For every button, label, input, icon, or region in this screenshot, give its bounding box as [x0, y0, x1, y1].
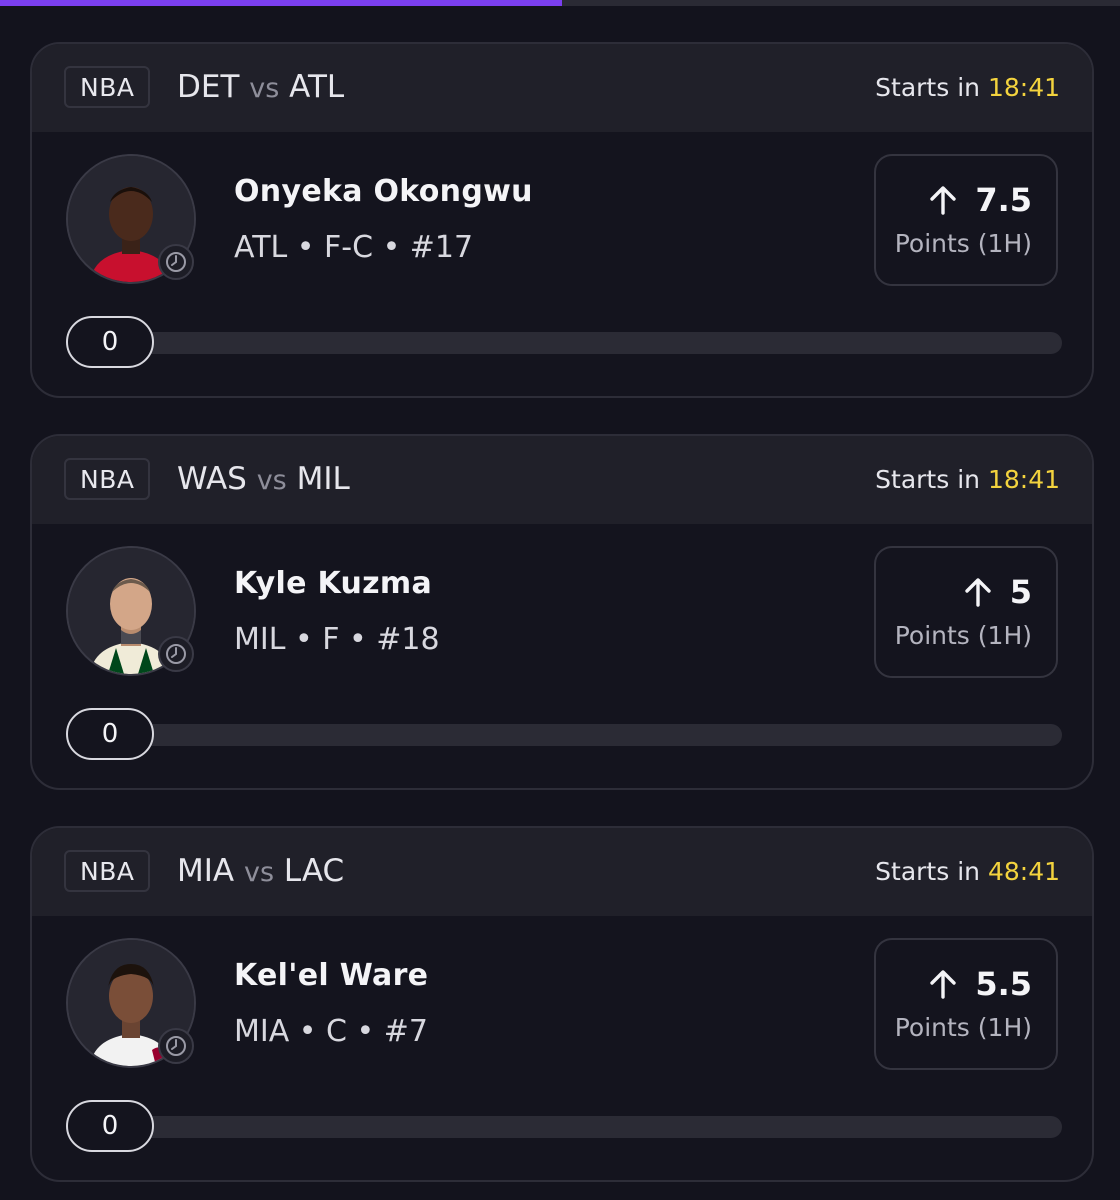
card-header: NBA DET vs ATL Starts in 18:41 [32, 44, 1092, 132]
line-value: 7.5 [975, 181, 1032, 219]
starts-label: Starts in [875, 465, 980, 494]
line-selector[interactable]: 5 Points (1H) [874, 546, 1058, 678]
clock-icon [158, 636, 194, 672]
start-countdown: Starts in 48:41 [875, 854, 1060, 890]
starts-time: 18:41 [987, 465, 1060, 494]
stat-label: Points (1H) [894, 621, 1032, 650]
matchup: DET vs ATL [177, 66, 344, 110]
arrow-up-icon [965, 578, 991, 607]
player-name: Kel'el Ware [234, 958, 429, 993]
league-badge: NBA [64, 66, 151, 108]
arrow-up-icon [930, 186, 957, 215]
stat-label: Points (1H) [894, 229, 1032, 258]
line-value-row: 5 [964, 572, 1032, 612]
start-countdown: Starts in 18:41 [875, 462, 1060, 498]
league-badge: NBA [64, 850, 151, 892]
top-progress-track [0, 0, 1120, 6]
player-meta: MIA • C • #7 [234, 1014, 428, 1049]
progress-track [106, 332, 1062, 354]
progress-track [106, 724, 1062, 746]
vs-label: vs [249, 73, 280, 104]
team-b: LAC [283, 853, 345, 889]
current-value-pill: 0 [66, 1100, 154, 1152]
player-name: Onyeka Okongwu [234, 174, 533, 209]
team-b: ATL [289, 69, 345, 105]
line-value-row: 5.5 [929, 964, 1032, 1004]
prop-card[interactable]: NBA DET vs ATL Starts in 18:41 Onyeka Ok… [30, 42, 1094, 398]
vs-label: vs [256, 465, 287, 496]
starts-time: 48:41 [987, 857, 1060, 886]
player-name: Kyle Kuzma [234, 566, 432, 601]
team-b: MIL [296, 461, 350, 497]
line-value: 5.5 [975, 965, 1032, 1003]
start-countdown: Starts in 18:41 [875, 70, 1060, 106]
matchup: WAS vs MIL [177, 458, 350, 502]
line-selector[interactable]: 5.5 Points (1H) [874, 938, 1058, 1070]
matchup: MIA vs LAC [177, 850, 344, 894]
top-progress-fill [0, 0, 562, 6]
starts-label: Starts in [875, 857, 980, 886]
progress-track [106, 1116, 1062, 1138]
current-value-pill: 0 [66, 708, 154, 760]
card-header: NBA MIA vs LAC Starts in 48:41 [32, 828, 1092, 916]
line-selector[interactable]: 7.5 Points (1H) [874, 154, 1058, 286]
current-value-pill: 0 [66, 316, 154, 368]
league-badge: NBA [64, 458, 151, 500]
vs-label: vs [243, 857, 275, 888]
starts-label: Starts in [875, 73, 980, 102]
prop-card[interactable]: NBA MIA vs LAC Starts in 48:41 Kel'el Wa… [30, 826, 1094, 1182]
prop-card[interactable]: NBA WAS vs MIL Starts in 18:41 Kyle Kuzm… [30, 434, 1094, 790]
stat-label: Points (1H) [894, 1013, 1032, 1042]
team-a: WAS [177, 461, 247, 497]
player-meta: ATL • F-C • #17 [234, 230, 474, 265]
card-header: NBA WAS vs MIL Starts in 18:41 [32, 436, 1092, 524]
line-value-row: 7.5 [929, 180, 1032, 220]
clock-icon [158, 1028, 194, 1064]
team-a: DET [177, 69, 240, 105]
starts-time: 18:41 [987, 73, 1060, 102]
clock-icon [158, 244, 194, 280]
team-a: MIA [177, 853, 235, 889]
line-value: 5 [1009, 573, 1032, 611]
arrow-up-icon [930, 970, 957, 999]
player-meta: MIL • F • #18 [234, 622, 440, 657]
